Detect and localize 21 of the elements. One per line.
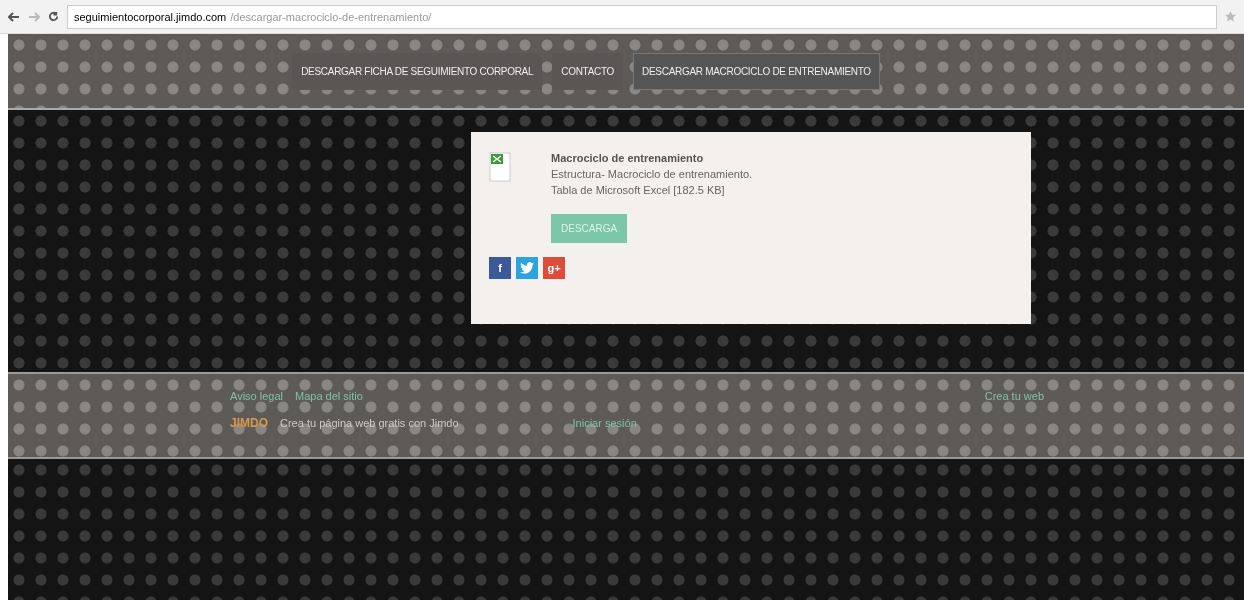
- nav-link[interactable]: DESCARGAR FICHA DE SEGUIMIENTO CORPORAL: [292, 52, 543, 90]
- nav-link[interactable]: DESCARGAR MACROCICLO DE ENTRENAMIENTO: [633, 52, 880, 90]
- footer-link[interactable]: Mapa del sitio: [295, 390, 363, 402]
- file-title: Macrociclo de entrenamiento: [551, 152, 705, 164]
- login-link[interactable]: Iniciar sesión: [572, 417, 637, 429]
- bird-icon[interactable]: [516, 257, 538, 279]
- jimdo-logo[interactable]: JIMDO: [230, 416, 268, 430]
- nav-link[interactable]: CONTACTO: [552, 52, 624, 90]
- share-button[interactable]: f: [489, 257, 511, 279]
- file-description: Estructura- Macrociclo de entrenamiento.: [551, 168, 753, 180]
- back-icon[interactable]: [8, 11, 20, 22]
- footer-link[interactable]: Aviso legal: [230, 390, 283, 402]
- star-icon[interactable]: [1225, 11, 1236, 22]
- forward-icon[interactable]: [28, 11, 40, 22]
- share-button[interactable]: g+: [543, 257, 565, 279]
- address-bar[interactable]: seguimientocorporal.jimdo.com /descargar-macrociclo-de-entrenamiento/: [67, 4, 1217, 29]
- spreadsheet-file-icon: [489, 152, 511, 182]
- file-info: Tabla de Microsoft Excel [182.5 KB]: [551, 184, 726, 196]
- footer-link[interactable]: Crea tu web: [984, 390, 1044, 402]
- footer-tagline: Crea tu página web gratis con Jimdo: [280, 417, 459, 429]
- reload-icon[interactable]: [48, 11, 59, 22]
